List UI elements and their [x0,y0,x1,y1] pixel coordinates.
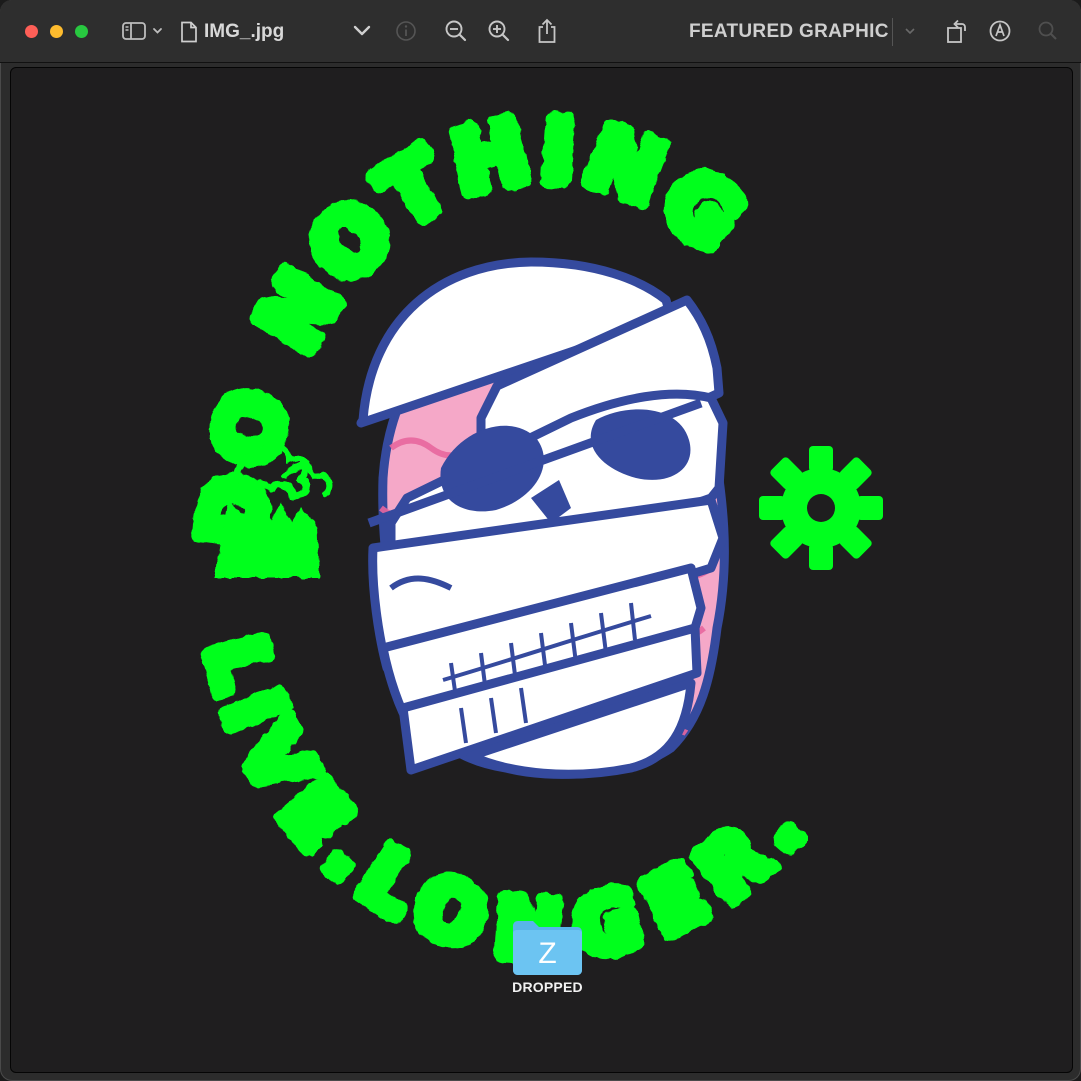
filename-label: IMG_.jpg [204,21,285,42]
sidebar-toggle-button[interactable] [120,16,166,46]
zoom-in-button[interactable] [485,16,513,46]
folder-label[interactable]: DROPPED [499,979,596,995]
title-right-menu[interactable] [900,16,920,46]
chevron-down-icon [353,25,371,36]
folder-icon[interactable]: Z [511,918,584,976]
skull-illustration [356,257,729,779]
zoom-button[interactable] [75,25,88,38]
zoom-in-icon [488,20,510,42]
markup-icon [989,20,1011,42]
window-title-right: FEATURED GRAPHIC [689,21,889,42]
rotate-icon [947,19,966,43]
share-icon [538,18,556,43]
chevron-down-icon [905,28,915,35]
folder-letter: Z [538,937,556,970]
close-button[interactable] [25,25,38,38]
rotate-button[interactable] [943,16,971,46]
gear-icon [759,446,883,570]
image-canvas: DO NOTHING LIVE.LONGER. [10,67,1073,1073]
info-icon [396,21,416,41]
zoom-out-button[interactable] [442,16,470,46]
zoom-out-icon [445,20,467,42]
toolbar-divider [892,18,893,46]
document-icon [181,21,197,43]
title-bar: IMG_.jpg FEATURED GRAPHIC [0,0,1081,63]
markup-button[interactable] [986,16,1014,46]
search-icon [1038,21,1057,40]
title-menu-button[interactable] [348,16,376,46]
info-button[interactable] [393,16,419,46]
share-button[interactable] [533,16,561,46]
minimize-button[interactable] [50,25,63,38]
document-title[interactable]: IMG_.jpg [180,20,284,44]
sidebar-toggle-icon [122,22,162,40]
preview-window: IMG_.jpg FEATURED GRAPHIC O NOTHING LIVE… [0,0,1081,1081]
search-button[interactable] [1035,16,1061,46]
